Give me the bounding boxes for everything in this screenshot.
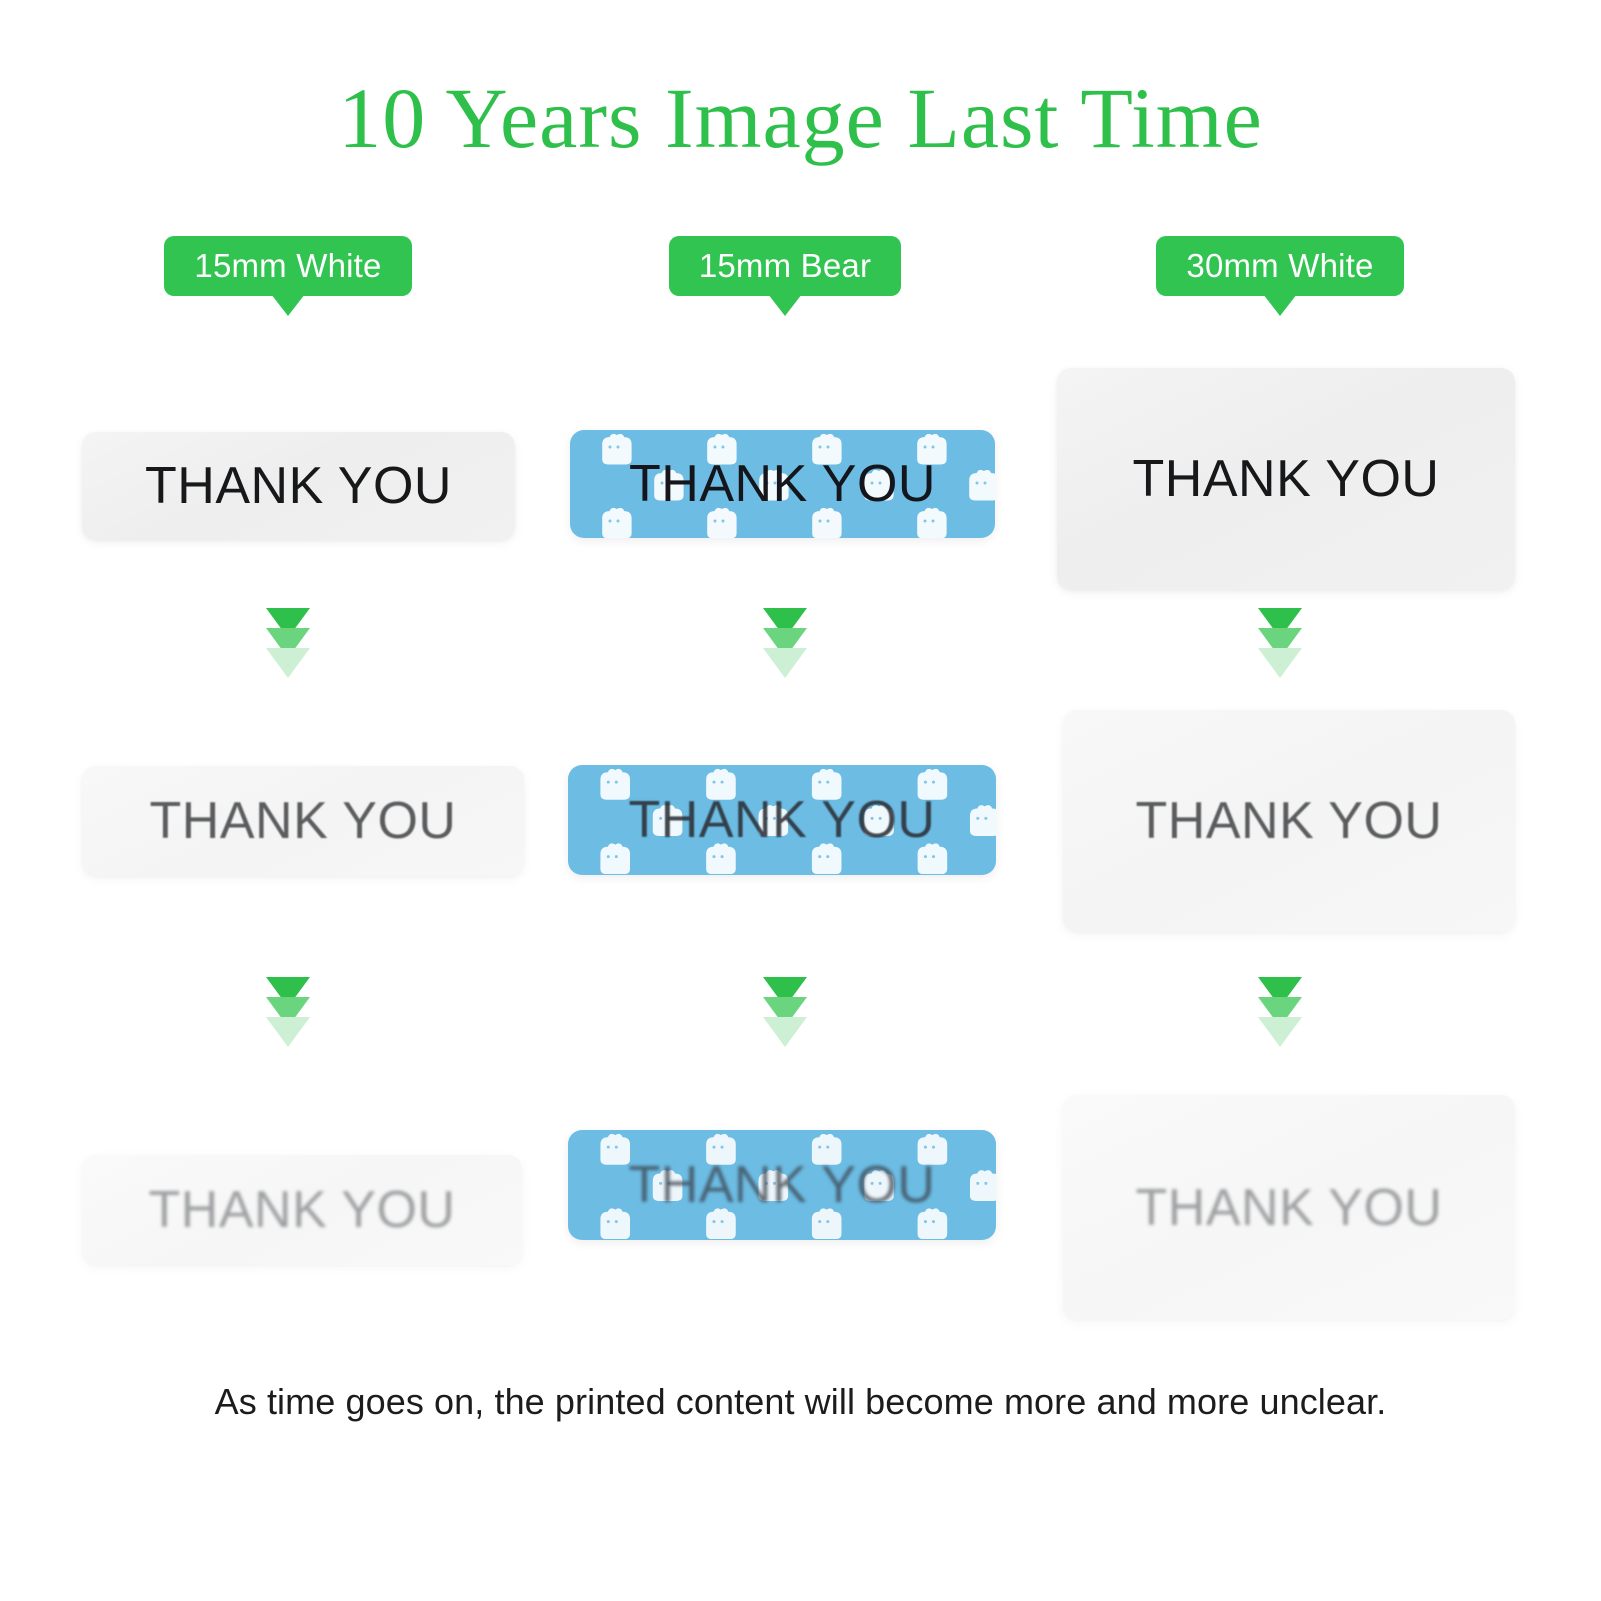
- label-card-text: THANK YOU: [628, 791, 936, 849]
- label-card-white-year5[interactable]: THANK YOU: [82, 766, 524, 876]
- label-card-text: THANK YOU: [1135, 1178, 1443, 1237]
- badge-label: 15mm White: [194, 247, 382, 284]
- badge-30mm-white[interactable]: 30mm White: [1156, 236, 1404, 316]
- badge-tail-icon: [1263, 294, 1297, 316]
- arrow-stack-bear-1: [535, 608, 1035, 678]
- label-card-bear-year0[interactable]: THANK YOU: [570, 430, 995, 538]
- arrow-stack-white-2: [38, 977, 538, 1047]
- badge-wrap-15mm-bear: 15mm Bear: [535, 236, 1035, 316]
- arrow-stack-30mm-1: [1030, 608, 1530, 678]
- chevron-down-icon: [1258, 1017, 1302, 1047]
- column-30mm-white: 30mm White THANK YOU THANK YOU THANK YOU: [1030, 0, 1530, 1601]
- label-card-text: THANK YOU: [628, 1156, 936, 1214]
- label-card-30mm-year0[interactable]: THANK YOU: [1057, 368, 1515, 590]
- arrow-stack-white-1: [38, 608, 538, 678]
- label-card-bear-year10[interactable]: THANK YOU: [568, 1130, 996, 1240]
- arrow-stack-30mm-2: [1030, 977, 1530, 1047]
- arrow-stack-bear-2: [535, 977, 1035, 1047]
- chevron-down-icon: [266, 1017, 310, 1047]
- badge-15mm-white[interactable]: 15mm White: [164, 236, 412, 316]
- badge-wrap-30mm-white: 30mm White: [1030, 236, 1530, 316]
- label-card-white-year10[interactable]: THANK YOU: [82, 1155, 522, 1265]
- label-card-30mm-year10[interactable]: THANK YOU: [1063, 1095, 1515, 1320]
- column-15mm-white: 15mm White THANK YOU THANK YOU THANK YOU: [38, 0, 538, 1601]
- label-card-bear-year5[interactable]: THANK YOU: [568, 765, 996, 875]
- badge-tail-icon: [271, 294, 305, 316]
- label-card-text: THANK YOU: [1135, 792, 1443, 850]
- label-card-text: THANK YOU: [145, 457, 452, 515]
- badge-15mm-bear[interactable]: 15mm Bear: [668, 236, 902, 316]
- chevron-down-icon: [763, 1017, 807, 1047]
- label-card-text: THANK YOU: [1132, 450, 1440, 508]
- label-card-30mm-year5[interactable]: THANK YOU: [1063, 710, 1515, 932]
- label-card-text: THANK YOU: [149, 792, 457, 850]
- chevron-down-icon: [763, 648, 807, 678]
- infographic-page: 10 Years Image Last Time 15mm White THAN…: [0, 0, 1601, 1601]
- badge-tail-icon: [767, 294, 802, 316]
- footer-caption: As time goes on, the printed content wil…: [214, 1381, 1387, 1422]
- column-15mm-bear: 15mm Bear THANK YOU THANK YOU THANK YOU: [535, 0, 1035, 1601]
- chevron-down-icon: [266, 648, 310, 678]
- label-card-white-year0[interactable]: THANK YOU: [82, 432, 515, 540]
- chevron-down-icon: [1258, 648, 1302, 678]
- label-card-text: THANK YOU: [148, 1181, 456, 1239]
- badge-label: 30mm White: [1186, 247, 1374, 284]
- label-card-text: THANK YOU: [629, 455, 936, 513]
- badge-label: 15mm Bear: [698, 247, 872, 284]
- badge-wrap-15mm-white: 15mm White: [38, 236, 538, 316]
